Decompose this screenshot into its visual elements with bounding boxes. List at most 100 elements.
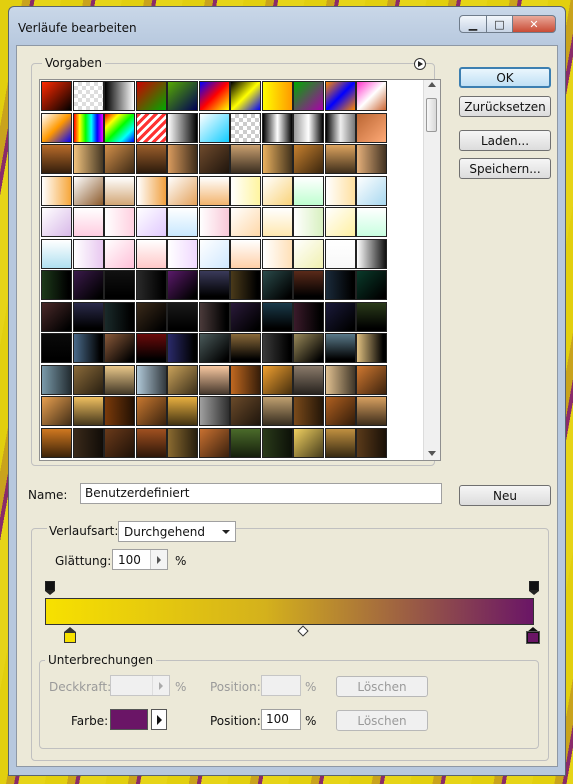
preset-swatch[interactable] <box>104 207 135 237</box>
preset-swatch[interactable] <box>324 333 356 363</box>
preset-swatch[interactable] <box>324 207 356 237</box>
preset-swatch[interactable] <box>198 333 230 363</box>
preset-swatch[interactable] <box>261 333 293 363</box>
preset-swatch[interactable] <box>356 175 387 206</box>
preset-swatch[interactable] <box>41 175 72 206</box>
preset-swatch[interactable] <box>72 112 104 143</box>
new-button[interactable]: Neu <box>459 485 551 506</box>
preset-swatch[interactable] <box>72 175 104 206</box>
preset-swatch[interactable] <box>198 144 230 174</box>
preset-swatch[interactable] <box>135 427 167 458</box>
reset-button[interactable]: Zurücksetzen <box>459 96 551 117</box>
preset-swatch[interactable] <box>72 81 104 111</box>
preset-swatch[interactable] <box>167 175 198 206</box>
preset-swatch[interactable] <box>324 301 356 332</box>
color-stop-left[interactable] <box>64 627 76 644</box>
opacity-position-input[interactable] <box>261 675 301 696</box>
color-position-input[interactable]: 100 <box>261 709 301 730</box>
scroll-thumb[interactable] <box>426 98 437 132</box>
preset-swatch[interactable] <box>104 364 135 395</box>
preset-swatch[interactable] <box>167 301 198 332</box>
preset-swatch[interactable] <box>356 270 387 300</box>
preset-swatch[interactable] <box>135 144 167 174</box>
preset-swatch[interactable] <box>356 144 387 174</box>
preset-swatch[interactable] <box>167 81 198 111</box>
preset-swatch[interactable] <box>324 270 356 300</box>
preset-swatch[interactable] <box>261 301 293 332</box>
preset-swatch[interactable] <box>72 238 104 269</box>
preset-swatch[interactable] <box>135 238 167 269</box>
preset-swatch[interactable] <box>72 270 104 300</box>
preset-swatch[interactable] <box>293 238 324 269</box>
preset-swatch[interactable] <box>41 396 72 426</box>
preset-swatch[interactable] <box>356 396 387 426</box>
preset-swatch[interactable] <box>135 81 167 111</box>
preset-swatch[interactable] <box>293 364 324 395</box>
preset-swatch[interactable] <box>167 270 198 300</box>
preset-swatch[interactable] <box>167 144 198 174</box>
preset-swatch[interactable] <box>198 81 230 111</box>
preset-swatch[interactable] <box>104 396 135 426</box>
minimize-button[interactable]: ▁ <box>459 15 487 33</box>
preset-swatch[interactable] <box>41 364 72 395</box>
preset-swatch[interactable] <box>167 427 198 458</box>
preset-swatch[interactable] <box>41 112 72 143</box>
preset-swatch[interactable] <box>167 364 198 395</box>
preset-swatch[interactable] <box>167 333 198 363</box>
preset-swatch[interactable] <box>230 207 261 237</box>
preset-swatch[interactable] <box>356 364 387 395</box>
preset-swatch[interactable] <box>324 175 356 206</box>
preset-swatch[interactable] <box>230 396 261 426</box>
preset-swatch[interactable] <box>41 270 72 300</box>
preset-swatch[interactable] <box>230 333 261 363</box>
preset-swatch[interactable] <box>324 364 356 395</box>
preset-swatch[interactable] <box>230 238 261 269</box>
preset-swatch[interactable] <box>356 333 387 363</box>
preset-swatch[interactable] <box>167 238 198 269</box>
name-field[interactable]: Benutzerdefiniert <box>80 483 442 504</box>
preset-swatch[interactable] <box>230 112 261 143</box>
preset-swatch[interactable] <box>41 301 72 332</box>
preset-swatch[interactable] <box>135 396 167 426</box>
preset-swatch[interactable] <box>72 207 104 237</box>
color-menu-arrow-icon[interactable] <box>151 709 167 730</box>
preset-swatch[interactable] <box>135 207 167 237</box>
circle-arrow-right-icon[interactable] <box>414 58 426 70</box>
preset-swatch[interactable] <box>261 112 293 143</box>
preset-swatch[interactable] <box>293 396 324 426</box>
preset-swatch[interactable] <box>198 364 230 395</box>
gradient-type-select[interactable]: Durchgehend <box>118 521 236 542</box>
close-button[interactable]: ✕ <box>512 15 556 33</box>
color-swatch[interactable] <box>110 709 148 730</box>
preset-swatch[interactable] <box>293 301 324 332</box>
preset-swatch[interactable] <box>41 238 72 269</box>
preset-swatch[interactable] <box>198 238 230 269</box>
preset-swatch[interactable] <box>230 81 261 111</box>
preset-swatch[interactable] <box>72 301 104 332</box>
preset-swatch[interactable] <box>261 81 293 111</box>
preset-swatch[interactable] <box>198 270 230 300</box>
preset-swatch[interactable] <box>135 175 167 206</box>
ok-button[interactable]: OK <box>459 67 551 88</box>
smoothness-dropdown-arrow-icon[interactable] <box>150 550 167 569</box>
preset-swatch[interactable] <box>324 81 356 111</box>
preset-swatch[interactable] <box>261 175 293 206</box>
preset-swatch[interactable] <box>72 364 104 395</box>
preset-swatch[interactable] <box>72 333 104 363</box>
maximize-button[interactable]: □ <box>486 15 513 33</box>
preset-swatch[interactable] <box>72 144 104 174</box>
preset-swatch[interactable] <box>356 427 387 458</box>
opacity-delete-button[interactable]: Löschen <box>336 676 428 697</box>
preset-swatch[interactable] <box>198 175 230 206</box>
preset-swatch[interactable] <box>230 301 261 332</box>
preset-swatch[interactable] <box>198 396 230 426</box>
preset-swatch[interactable] <box>230 175 261 206</box>
preset-swatch[interactable] <box>104 333 135 363</box>
preset-swatch[interactable] <box>198 112 230 143</box>
preset-swatch[interactable] <box>293 427 324 458</box>
preset-swatch[interactable] <box>261 364 293 395</box>
preset-swatch[interactable] <box>104 144 135 174</box>
preset-swatch[interactable] <box>230 270 261 300</box>
preset-swatch[interactable] <box>230 144 261 174</box>
preset-swatch[interactable] <box>167 207 198 237</box>
